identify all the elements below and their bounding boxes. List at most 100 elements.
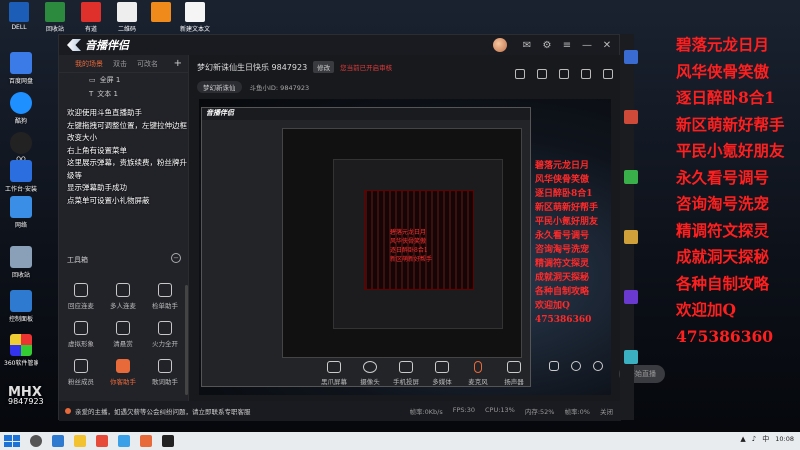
scene-row-text[interactable]: T 文本 1 [59,87,188,101]
douyu-icon[interactable] [140,435,152,447]
excel-icon [45,2,65,22]
lock-icon[interactable] [537,69,547,79]
minimize-icon[interactable]: — [581,40,593,51]
tool-voice-link[interactable]: 回应连麦 [63,283,99,310]
taskbar-app-icon[interactable] [96,435,108,447]
tab-double-click[interactable]: 双击 [113,59,127,69]
desktop-icon-control-panel[interactable]: 控制面板 [4,290,38,323]
close-icon[interactable]: ✕ [601,40,613,51]
gear-icon [593,361,603,371]
toolbox-collapse-icon[interactable]: − [171,253,181,263]
room-info-row: 梦幻新诛仙 斗鱼小ID: 9847923 [197,81,309,93]
edit-title-button[interactable]: 修改 [313,61,335,73]
share-icon[interactable] [603,69,613,79]
vlc-icon [151,2,171,22]
fan-icon [74,359,88,373]
circle-icon [571,361,581,371]
desktop-icon-360[interactable]: 360软件管家 [4,334,38,367]
side-app-icon-1[interactable] [624,50,638,64]
text-document-icon [185,2,205,22]
control-panel-icon [10,290,32,312]
list-icon [158,283,172,297]
desktop-icon-workbench[interactable]: 工作台·安装 [4,160,38,193]
taskbar: ▲ ♪ 中 10:08 [0,432,800,450]
room-id: 斗鱼小ID: 9847923 [249,84,310,92]
screen-capture-button[interactable]: 黑爪屏幕 [317,361,351,386]
multi-user-icon [116,283,130,297]
desktop: { "desktop": { "top_icons": [ {"label": … [0,0,800,450]
camera-button[interactable]: 摄像头 [353,361,387,386]
desktop-icon-dell[interactable]: DELL [2,2,36,31]
scene-row-fullscreen[interactable]: ▭ 全屏 1 [59,73,188,87]
fire-icon [158,321,172,335]
side-app-icon-5[interactable] [624,290,638,304]
tab-rename[interactable]: 可改名 [137,59,158,69]
desktop-icon-recycle-bin[interactable]: 回收站 [4,246,38,279]
taskbar-app-icon-2[interactable] [118,435,130,447]
side-app-icon-3[interactable] [624,170,638,184]
desktop-icon-baidu[interactable]: 百度网盘 [4,52,38,85]
mail-icon[interactable]: ✉ [521,40,533,51]
layout-icon[interactable] [559,69,569,79]
review-warning: 您当前已开启审核 [340,64,393,72]
phone-cast-button[interactable]: 手机投屏 [389,361,423,386]
cloud-icon [10,52,32,74]
webcam-icon [363,361,377,373]
tool-lyrics-helper[interactable]: 歌词助手 [147,359,183,386]
avatar-icon [74,321,88,335]
speaker-button[interactable]: 扬声器 [497,361,531,386]
app-titlebar: 音播伴侣 ✉ ⚙ ≡ — ✕ [59,35,619,55]
tool-multi-link[interactable]: 多人连麦 [105,283,141,310]
network-tray-icon[interactable]: ▲ [740,435,745,443]
side-app-icon-6[interactable] [624,350,638,364]
tool-guest-helper[interactable]: 你客助手 [105,359,141,386]
desktop-icon-qq[interactable]: QQ [4,132,38,163]
start-button[interactable] [4,435,20,447]
desktop-icon-vlc[interactable] [144,2,178,24]
file-icon [117,2,137,22]
desktop-icon-network[interactable]: 网络 [4,196,38,229]
edge-icon[interactable] [52,435,64,447]
gear-button[interactable] [581,361,615,374]
side-app-icon-4[interactable] [624,230,638,244]
preview-toolbar [515,69,613,79]
stream-preview[interactable]: 音播伴侣 碧落元龙日月 风华侠骨笑傲 逐日醉卧8合1 新区萌新好帮手 碧落元龙日… [199,99,611,395]
tool-bounty[interactable]: 清悬赏 [105,321,141,348]
status-bar: 亲爱的主播，如遇欠薪等公会纠纷问题，请立即联系专职客服 帧率:0Kb/s FPS… [59,401,621,421]
360-icon [10,334,32,356]
avatar[interactable] [493,38,507,52]
system-tray: ▲ ♪ 中 10:08 [740,434,794,444]
tool-order-helper[interactable]: 检单助手 [147,283,183,310]
volume-tray-icon[interactable]: ♪ [752,435,756,443]
tool-fan-members[interactable]: 粉丝成员 [63,359,99,386]
add-scene-icon[interactable]: + [174,58,182,69]
microphone-button[interactable]: 麦克风 [461,361,495,386]
network-icon [10,196,32,218]
taskbar-app-icon-3[interactable] [162,435,174,447]
clock[interactable]: 10:08 [775,435,794,443]
tab-my-scene[interactable]: 我的场景 [75,59,103,69]
workbench-icon [10,160,32,182]
settings-icon[interactable]: ⚙ [541,40,553,51]
search-icon[interactable] [30,435,42,447]
desktop-icon-qrcode[interactable]: 二维码 [110,2,144,33]
desktop-icon-recycle[interactable]: 回收站 [38,2,72,33]
tool-virtual-avatar[interactable]: 虚拟形象 [63,321,99,348]
explorer-icon[interactable] [74,435,86,447]
notice-dot-icon [65,408,71,414]
ime-tray-icon[interactable]: 中 [762,434,769,444]
camera-icon[interactable] [581,69,591,79]
menu-icon[interactable]: ≡ [561,40,573,51]
tool-firepower[interactable]: 火力全开 [147,321,183,348]
gift-box-icon[interactable] [515,69,525,79]
nested-capture-window: 音播伴侣 碧落元龙日月 风华侠骨笑傲 逐日醉卧8合1 新区萌新好帮手 [201,107,531,387]
speaker-icon [507,361,521,373]
desktop-icon-kugou[interactable]: 酷狗 [4,92,38,125]
media-button[interactable]: 多媒体 [425,361,459,386]
desktop-icon-youdao[interactable]: 有道 [74,2,108,33]
toolbox-scrollbar[interactable] [185,285,188,395]
microphone-icon [474,361,482,373]
side-app-icon-2[interactable] [624,110,638,124]
preview-area: 梦幻新诛仙生日快乐 9847923 修改 您当前已开启审核 梦幻新诛仙 斗鱼小I… [189,55,621,401]
category-tag[interactable]: 梦幻新诛仙 [197,81,242,93]
